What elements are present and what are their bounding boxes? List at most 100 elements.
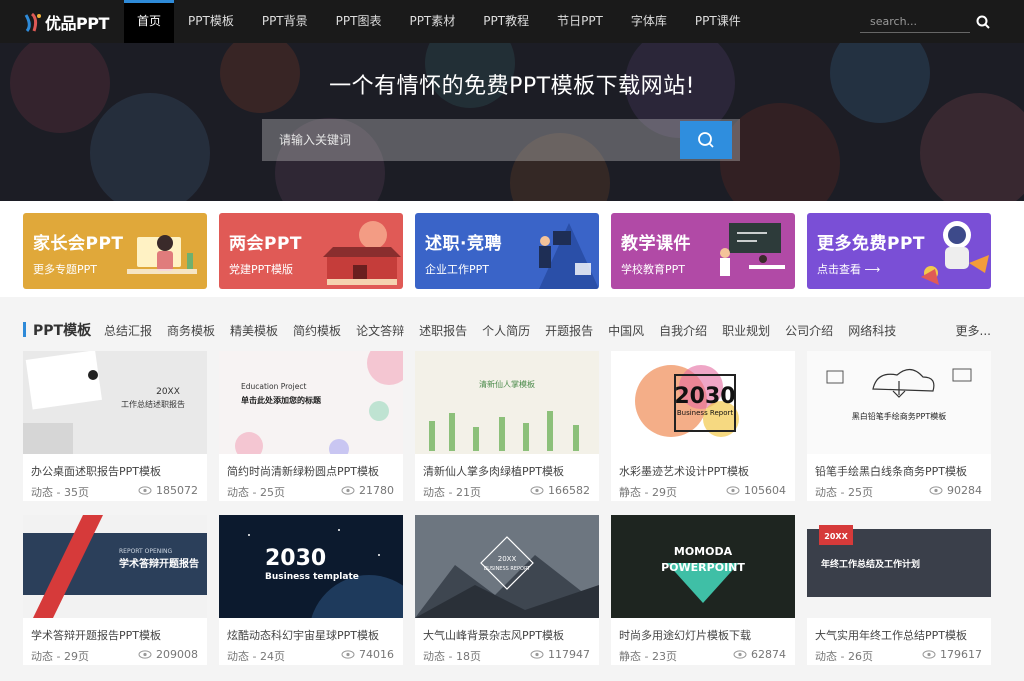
category-title: 述职·竞聘 xyxy=(425,234,502,254)
template-card[interactable]: 20XX BUSINESS REPORT 大气山峰背景杂志风PPT模板 动态 -… xyxy=(415,515,599,665)
view-count: 209008 xyxy=(156,648,198,661)
eye-icon xyxy=(530,486,544,495)
category-card-more-free-ppt[interactable]: 更多免费PPT 点击查看 ⟶ xyxy=(807,213,991,289)
nav-item-ppt-templates[interactable]: PPT模板 xyxy=(174,0,248,43)
tiananmen-illustration-icon xyxy=(323,221,401,285)
view-count: 105604 xyxy=(744,484,786,497)
nav-item-home[interactable]: 首页 xyxy=(124,0,175,43)
thumbnail-text: 单击此处添加您的标题 xyxy=(241,395,322,405)
card-title: 大气实用年终工作总结PPT模板 xyxy=(815,629,967,642)
card-title: 炫酷动态科幻宇宙星球PPT模板 xyxy=(227,629,379,642)
thumbnail-text: Education Project xyxy=(241,382,306,391)
eye-icon xyxy=(341,486,355,495)
category-title: 两会PPT xyxy=(229,234,303,254)
category-card-job-report[interactable]: 述职·竞聘 企业工作PPT xyxy=(415,213,599,289)
tag-business[interactable]: 商务模板 xyxy=(167,322,215,339)
section-tag-list: 总结汇报 商务模板 精美模板 简约模板 论文答辩 述职报告 个人简历 开题报告 … xyxy=(104,322,911,339)
tag-elegant[interactable]: 精美模板 xyxy=(230,322,278,339)
template-thumbnail: REPORT OPENING 学术答辩开题报告 xyxy=(23,515,207,618)
template-card[interactable]: 20XX 年终工作总结及工作计划 大气实用年终工作总结PPT模板 动态 - 26… xyxy=(807,515,991,665)
category-subtitle: 学校教育PPT xyxy=(621,263,685,276)
thumbnail-text: 工作总结述职报告 xyxy=(121,399,185,409)
template-card[interactable]: 2030 Business template 炫酷动态科幻宇宙星球PPT模板 动… xyxy=(219,515,403,665)
search-icon[interactable] xyxy=(975,14,991,30)
tag-company-intro[interactable]: 公司介绍 xyxy=(785,322,833,339)
template-thumbnail: MOMODA POWERPOINT xyxy=(611,515,795,618)
category-card-two-sessions[interactable]: 两会PPT 党建PPT模版 xyxy=(219,213,403,289)
card-meta: 动态 - 24页 xyxy=(227,650,285,663)
tag-tech[interactable]: 网络科技 xyxy=(848,322,896,339)
template-card[interactable]: REPORT OPENING 学术答辩开题报告 学术答辩开题报告PPT模板 动态… xyxy=(23,515,207,665)
card-views: 185072 xyxy=(138,484,198,497)
nav-item-ppt-materials[interactable]: PPT素材 xyxy=(395,0,469,43)
section-accent-bar xyxy=(23,322,26,337)
nav-search-input[interactable] xyxy=(860,11,970,33)
thumbnail-text: 清新仙人掌模板 xyxy=(479,379,535,389)
card-views: 105604 xyxy=(726,484,786,497)
card-views: 166582 xyxy=(530,484,590,497)
card-meta: 动态 - 25页 xyxy=(227,486,285,499)
tag-summary-report[interactable]: 总结汇报 xyxy=(104,322,152,339)
thumbnail-text: 20XX xyxy=(156,387,180,397)
tag-job-report[interactable]: 述职报告 xyxy=(419,322,467,339)
tag-career-planning[interactable]: 职业规划 xyxy=(722,322,770,339)
classroom-illustration-icon xyxy=(720,223,785,276)
template-card[interactable]: 清新仙人掌模板 清新仙人掌多肉绿植PPT模板 动态 - 21页 166582 xyxy=(415,351,599,501)
template-thumbnail: 2030 Business template xyxy=(219,515,403,618)
card-title: 大气山峰背景杂志风PPT模板 xyxy=(423,629,564,642)
nav-item-ppt-charts[interactable]: PPT图表 xyxy=(322,0,396,43)
view-count: 21780 xyxy=(359,484,394,497)
eye-icon xyxy=(733,650,747,659)
template-card[interactable]: Education Project 单击此处添加您的标题 简约时尚清新绿粉圆点P… xyxy=(219,351,403,501)
card-meta: 动态 - 21页 xyxy=(423,486,481,499)
businessman-illustration-icon xyxy=(539,223,599,289)
more-link[interactable]: 更多... xyxy=(956,322,991,339)
template-card[interactable]: MOMODA POWERPOINT 时尚多用途幻灯片模板下载 静态 - 23页 … xyxy=(611,515,795,665)
template-card[interactable]: 2030 Business Report 水彩墨迹艺术设计PPT模板 静态 - … xyxy=(611,351,795,501)
card-views: 117947 xyxy=(530,648,590,661)
card-meta: 静态 - 29页 xyxy=(619,486,677,499)
card-meta: 动态 - 25页 xyxy=(815,486,873,499)
card-views: 179617 xyxy=(922,648,982,661)
template-thumbnail: 黑白铅笔手绘商务PPT模板 xyxy=(807,351,991,454)
template-section: PPT模板 总结汇报 商务模板 精美模板 简约模板 论文答辩 述职报告 个人简历… xyxy=(0,297,1024,681)
card-title: 铅笔手绘黑白线条商务PPT模板 xyxy=(815,465,967,478)
category-card-courseware[interactable]: 教学课件 学校教育PPT xyxy=(611,213,795,289)
tag-self-introduction[interactable]: 自我介绍 xyxy=(659,322,707,339)
nav-item-ppt-tutorials[interactable]: PPT教程 xyxy=(469,0,543,43)
hero-banner: 一个有情怀的免费PPT模板下载网站! xyxy=(0,43,1024,201)
template-thumbnail: 20XX BUSINESS REPORT xyxy=(415,515,599,618)
template-thumbnail: 20XX 年终工作总结及工作计划 xyxy=(807,515,991,618)
template-thumbnail: 2030 Business Report xyxy=(611,351,795,454)
tag-chinese-style[interactable]: 中国风 xyxy=(608,322,644,339)
card-meta: 动态 - 29页 xyxy=(31,650,89,663)
category-subtitle: 党建PPT模版 xyxy=(229,263,293,276)
hero-search-box xyxy=(262,119,740,161)
category-subtitle: 企业工作PPT xyxy=(425,263,489,276)
card-meta: 静态 - 23页 xyxy=(619,650,677,663)
eye-icon xyxy=(138,486,152,495)
nav-item-holiday-ppt[interactable]: 节日PPT xyxy=(543,0,617,43)
nav-item-ppt-courseware[interactable]: PPT课件 xyxy=(681,0,755,43)
category-card-parents-meeting[interactable]: 家长会PPT 更多专题PPT xyxy=(23,213,207,289)
tag-thesis-defense[interactable]: 论文答辩 xyxy=(356,322,404,339)
thumbnail-text: 2030 xyxy=(674,384,735,409)
template-card[interactable]: 20XX 工作总结述职报告 办公桌面述职报告PPT模板 动态 - 35页 185… xyxy=(23,351,207,501)
hero-search-input[interactable] xyxy=(262,119,680,161)
eye-icon xyxy=(922,650,936,659)
thumbnail-text: REPORT OPENING xyxy=(119,548,172,555)
view-count: 90284 xyxy=(947,484,982,497)
tag-minimal[interactable]: 简约模板 xyxy=(293,322,341,339)
view-count: 74016 xyxy=(359,648,394,661)
nav-item-fonts[interactable]: 字体库 xyxy=(617,0,681,43)
section-header: PPT模板 总结汇报 商务模板 精美模板 简约模板 论文答辩 述职报告 个人简历… xyxy=(23,319,991,339)
hero-search-button[interactable] xyxy=(680,121,732,159)
card-title: 学术答辩开题报告PPT模板 xyxy=(31,629,161,642)
site-logo[interactable]: 优品PPT xyxy=(23,10,109,34)
nav-item-ppt-backgrounds[interactable]: PPT背景 xyxy=(248,0,322,43)
view-count: 179617 xyxy=(940,648,982,661)
thumbnail-text: MOMODA xyxy=(674,545,733,558)
tag-resume[interactable]: 个人简历 xyxy=(482,322,530,339)
template-card[interactable]: 黑白铅笔手绘商务PPT模板 铅笔手绘黑白线条商务PPT模板 动态 - 25页 9… xyxy=(807,351,991,501)
tag-proposal-report[interactable]: 开题报告 xyxy=(545,322,593,339)
